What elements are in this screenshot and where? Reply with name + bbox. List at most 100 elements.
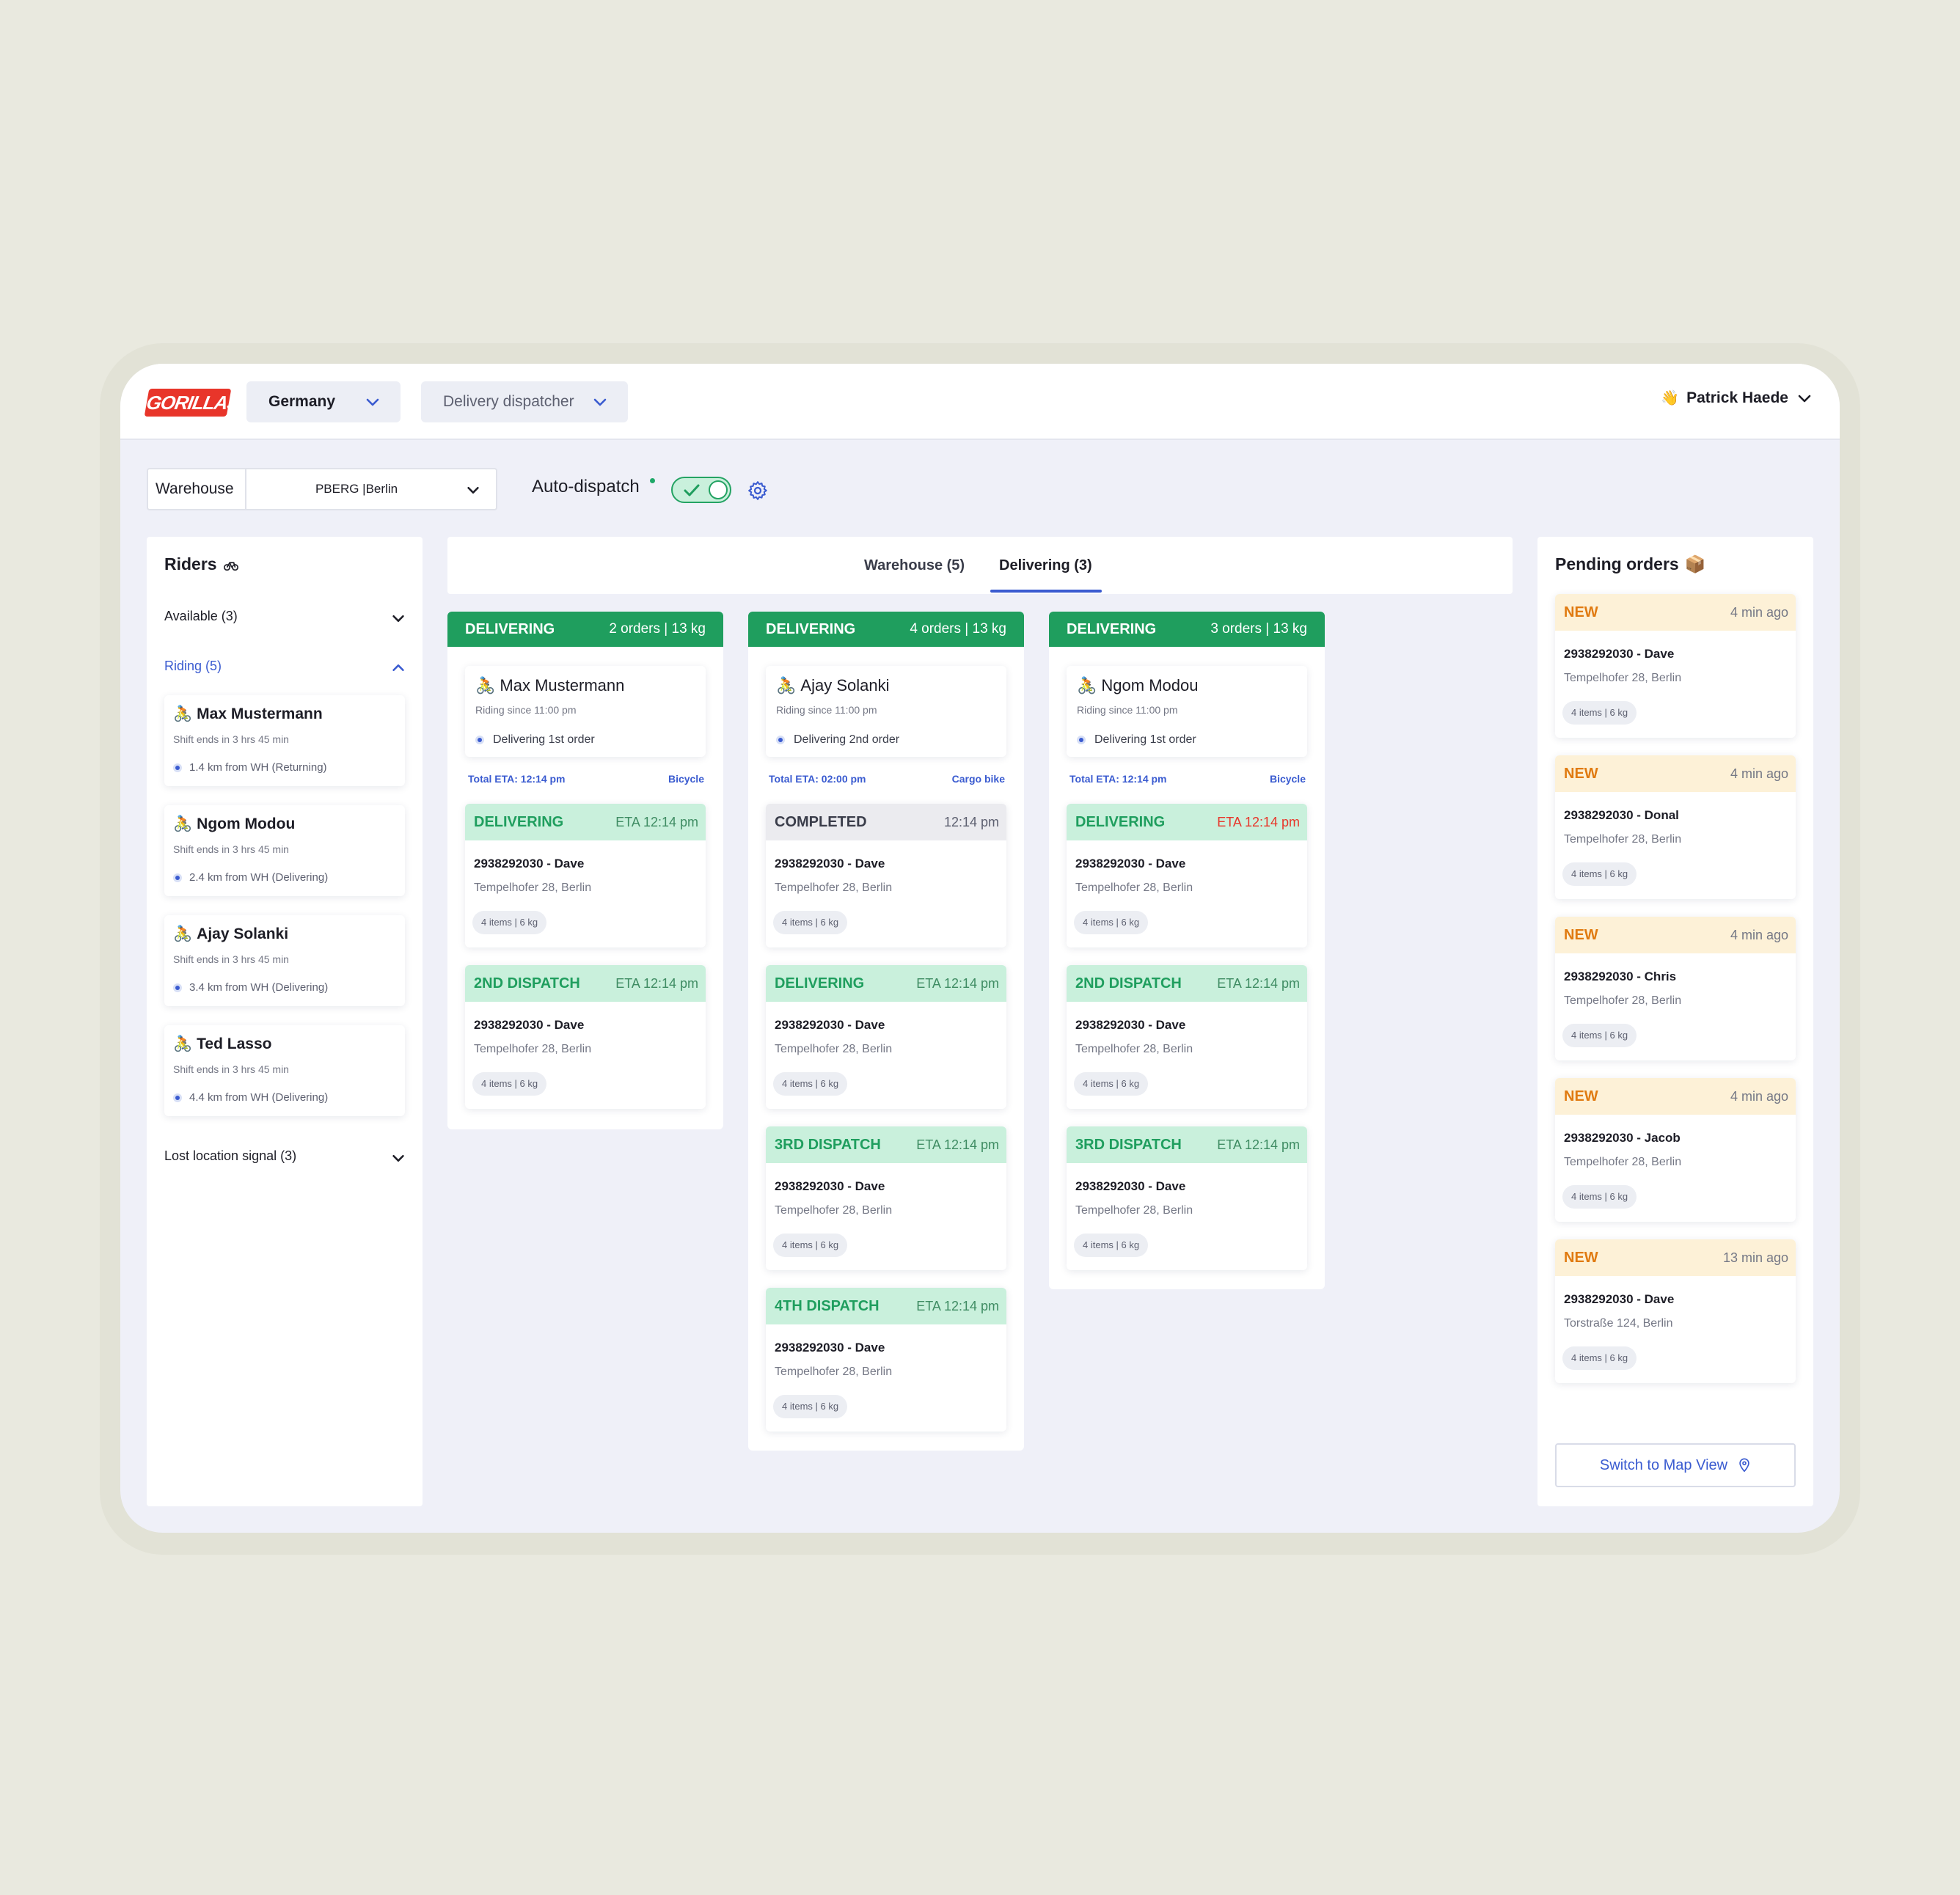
order-card[interactable]: 4TH DISPATCH ETA 12:14 pm 2938292030 - Da… xyxy=(766,1288,1006,1432)
bicycle-icon xyxy=(223,561,238,571)
rider-shift: Shift ends in 3 hrs 45 min xyxy=(173,953,289,965)
order-card[interactable]: 3RD DISPATCH ETA 12:14 pm 2938292030 - Da… xyxy=(1067,1126,1307,1270)
pending-order-card[interactable]: NEW 4 min ago 2938292030 - Jacob Tempelho… xyxy=(1555,1078,1796,1222)
progress-dot-icon xyxy=(475,736,484,744)
vehicle-type: Cargo bike xyxy=(951,773,1005,785)
rider-location: 3.4 km from WH (Delivering) xyxy=(189,981,329,994)
auto-dispatch-toggle[interactable] xyxy=(671,477,731,503)
pending-order-card[interactable]: NEW 4 min ago 2938292030 - Donal Tempelho… xyxy=(1555,755,1796,899)
order-eta: ETA 12:14 pm xyxy=(916,975,999,991)
order-id: 2938292030 - Dave xyxy=(1564,1292,1675,1306)
order-id: 2938292030 - Dave xyxy=(775,1018,885,1032)
tab-warehouse[interactable]: Warehouse (5) xyxy=(864,557,965,574)
assigned-rider-card[interactable]: 🚴 Ngom Modou Riding since 11:00 pm Delive… xyxy=(1067,666,1307,757)
order-address: Tempelhofer 28, Berlin xyxy=(1564,1156,1682,1168)
order-size-chip: 4 items | 6 kg xyxy=(1074,911,1149,934)
chevron-down-icon xyxy=(593,398,607,406)
rider-shift: Shift ends in 3 hrs 45 min xyxy=(173,733,289,745)
column-status: DELIVERING xyxy=(766,620,856,637)
location-dot-icon xyxy=(173,873,182,882)
user-name: Patrick Haede xyxy=(1686,389,1788,406)
order-id: 2938292030 - Dave xyxy=(775,1341,885,1355)
rider-card[interactable]: 🚴 Ngom Modou Shift ends in 3 hrs 45 min 2… xyxy=(164,805,405,896)
order-age: 4 min ago xyxy=(1730,604,1788,620)
chevron-up-icon xyxy=(392,664,404,672)
map-pin-icon xyxy=(1739,1458,1749,1473)
order-size-chip: 4 items | 6 kg xyxy=(472,911,547,934)
warehouse-value: PBERG |Berlin xyxy=(315,482,398,496)
warehouse-label: Warehouse xyxy=(148,469,246,509)
chevron-down-icon xyxy=(467,486,479,494)
tab-delivering[interactable]: Delivering (3) xyxy=(999,557,1092,574)
column-summary: 3 orders | 13 kg xyxy=(1210,621,1307,637)
riders-panel: Riders Available (3) Riding (5) 🚴 Max Mus… xyxy=(147,537,423,1506)
bicycle-icon: 🚴 xyxy=(475,676,496,694)
rider-name: Ted Lasso xyxy=(197,1036,272,1052)
order-size-chip: 4 items | 6 kg xyxy=(773,1072,848,1096)
order-eta: ETA 12:14 pm xyxy=(615,975,698,991)
country-dropdown[interactable]: Germany xyxy=(246,381,401,422)
progress-dot-icon xyxy=(776,736,785,744)
riding-since: Riding since 11:00 pm xyxy=(1077,704,1178,716)
riding-since: Riding since 11:00 pm xyxy=(475,704,577,716)
accordion-riding[interactable]: Riding (5) xyxy=(164,659,406,674)
order-size-chip: 4 items | 6 kg xyxy=(1074,1234,1149,1257)
order-status: DELIVERING xyxy=(474,813,564,830)
order-card[interactable]: DELIVERING ETA 12:14 pm 2938292030 - Dave… xyxy=(766,965,1006,1109)
order-status: NEW xyxy=(1564,604,1598,620)
total-eta: Total ETA: 12:14 pm xyxy=(1069,773,1167,785)
order-address: Tempelhofer 28, Berlin xyxy=(1075,1043,1193,1055)
assigned-rider-card[interactable]: 🚴 Max Mustermann Riding since 11:00 pm De… xyxy=(465,666,706,757)
order-id: 2938292030 - Donal xyxy=(1564,808,1679,822)
gorillas-logo[interactable]: GORILLAS xyxy=(144,389,241,417)
order-status: NEW xyxy=(1564,1088,1598,1104)
column-header: DELIVERING 4 orders | 13 kg xyxy=(748,612,1024,647)
order-address: Tempelhofer 28, Berlin xyxy=(1075,1204,1193,1217)
order-status: NEW xyxy=(1564,765,1598,782)
order-card[interactable]: 2ND DISPATCH ETA 12:14 pm 2938292030 - Da… xyxy=(465,965,706,1109)
order-size-chip: 4 items | 6 kg xyxy=(472,1072,547,1096)
order-size-chip: 4 items | 6 kg xyxy=(1562,1185,1637,1209)
order-card[interactable]: DELIVERING ETA 12:14 pm 2938292030 - Dave… xyxy=(1067,804,1307,948)
order-id: 2938292030 - Dave xyxy=(1075,1018,1186,1032)
rider-name: Ngom Modou xyxy=(1101,676,1199,694)
rider-name: Max Mustermann xyxy=(500,676,625,694)
order-age: 4 min ago xyxy=(1730,1088,1788,1104)
order-status: 2ND DISPATCH xyxy=(474,975,580,992)
role-dropdown[interactable]: Delivery dispatcher xyxy=(421,381,628,422)
rider-location: 1.4 km from WH (Returning) xyxy=(189,761,327,774)
rider-location: 2.4 km from WH (Delivering) xyxy=(189,871,329,884)
order-address: Tempelhofer 28, Berlin xyxy=(775,881,893,894)
progress-dot-icon xyxy=(1077,736,1086,744)
switch-to-map-button[interactable]: Switch to Map View xyxy=(1555,1443,1796,1487)
order-address: Tempelhofer 28, Berlin xyxy=(474,1043,592,1055)
order-card[interactable]: 2ND DISPATCH ETA 12:14 pm 2938292030 - Da… xyxy=(1067,965,1307,1109)
warehouse-select[interactable]: Warehouse PBERG |Berlin xyxy=(147,468,497,510)
rider-shift: Shift ends in 3 hrs 45 min xyxy=(173,843,289,855)
rider-name: Ngom Modou xyxy=(197,815,296,832)
order-address: Tempelhofer 28, Berlin xyxy=(775,1366,893,1378)
rider-card[interactable]: 🚴 Ajay Solanki Shift ends in 3 hrs 45 min… xyxy=(164,915,405,1006)
user-menu[interactable]: 👋 Patrick Haede xyxy=(1661,389,1813,407)
order-address: Tempelhofer 28, Berlin xyxy=(1564,833,1682,846)
order-card[interactable]: DELIVERING ETA 12:14 pm 2938292030 - Dave… xyxy=(465,804,706,948)
order-card[interactable]: 3RD DISPATCH ETA 12:14 pm 2938292030 - Da… xyxy=(766,1126,1006,1270)
order-card[interactable]: COMPLETED 12:14 pm 2938292030 - Dave Temp… xyxy=(766,804,1006,948)
column-status: DELIVERING xyxy=(465,620,555,637)
order-size-chip: 4 items | 6 kg xyxy=(773,911,848,934)
assigned-rider-card[interactable]: 🚴 Ajay Solanki Riding since 11:00 pm Deli… xyxy=(766,666,1006,757)
pending-order-card[interactable]: NEW 4 min ago 2938292030 - Dave Tempelhof… xyxy=(1555,594,1796,738)
order-status: 3RD DISPATCH xyxy=(1075,1136,1182,1153)
pending-order-card[interactable]: NEW 4 min ago 2938292030 - Chris Tempelho… xyxy=(1555,917,1796,1060)
package-icon: 📦 xyxy=(1684,554,1706,573)
chevron-down-icon xyxy=(392,1154,404,1162)
accordion-lost-signal[interactable]: Lost location signal (3) xyxy=(164,1148,406,1164)
column-status: DELIVERING xyxy=(1067,620,1157,637)
pending-order-card[interactable]: NEW 13 min ago 2938292030 - Dave Torstraß… xyxy=(1555,1239,1796,1383)
order-id: 2938292030 - Dave xyxy=(1075,857,1186,870)
rider-card[interactable]: 🚴 Max Mustermann Shift ends in 3 hrs 45 m… xyxy=(164,695,405,786)
rider-card[interactable]: 🚴 Ted Lasso Shift ends in 3 hrs 45 min 4.… xyxy=(164,1025,405,1116)
accordion-available[interactable]: Available (3) xyxy=(164,609,406,624)
order-address: Tempelhofer 28, Berlin xyxy=(1564,672,1682,684)
gear-icon[interactable] xyxy=(747,480,769,502)
